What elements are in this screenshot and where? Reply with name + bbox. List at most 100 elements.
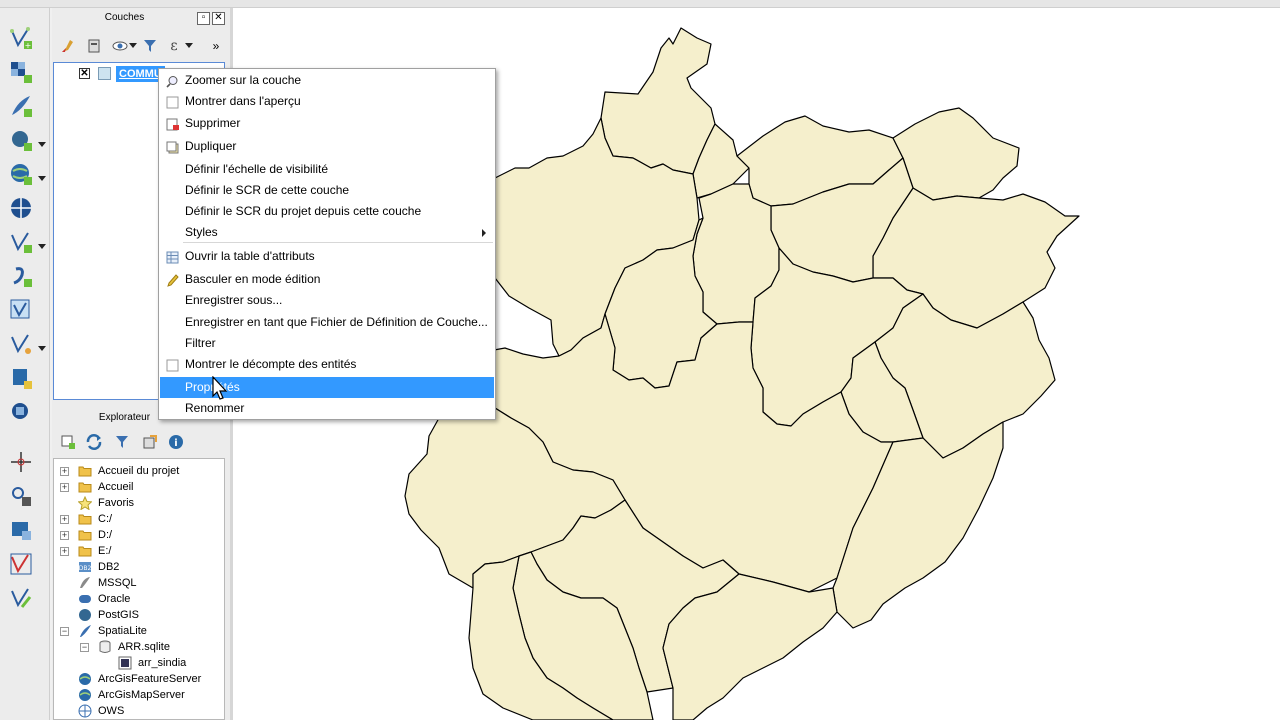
browser-item-label: ARR.sqlite bbox=[118, 641, 170, 653]
filter-browser-button[interactable] bbox=[112, 432, 132, 452]
add-delimited-text-button[interactable] bbox=[6, 262, 36, 290]
expression-filter-button[interactable]: ε bbox=[164, 36, 184, 56]
menu-item-definir-le-scr-de-cette-couche[interactable]: Définir le SCR de cette couche bbox=[160, 180, 494, 201]
gps-button[interactable] bbox=[6, 482, 36, 510]
browser-item-spatialite[interactable]: − SpatiaLite bbox=[54, 623, 224, 639]
arcgis-icon bbox=[78, 688, 92, 702]
add-spatialite-layer-button[interactable] bbox=[6, 92, 36, 120]
browser-item-mssql[interactable]: MSSQL bbox=[54, 575, 224, 591]
menu-item-montrer-dans-l-apercu[interactable]: Montrer dans l'aperçu bbox=[160, 91, 494, 112]
menu-item-supprimer[interactable]: Supprimer bbox=[160, 113, 494, 134]
add-postgis-layer-button[interactable] bbox=[6, 126, 36, 154]
refresh-icon bbox=[86, 434, 102, 450]
georeferencer-button[interactable] bbox=[6, 550, 36, 578]
add-mssql-layer-button[interactable] bbox=[6, 364, 36, 392]
chevron-down-icon[interactable] bbox=[128, 36, 138, 56]
browser-item-label: Oracle bbox=[98, 593, 131, 605]
expand-icon[interactable]: + bbox=[60, 531, 69, 540]
collapse-all-button[interactable] bbox=[140, 432, 160, 452]
add-layer-toolbar: + bbox=[0, 8, 50, 720]
menu-item-ouvrir-la-table-d-attributs[interactable]: Ouvrir la table d'attributs bbox=[160, 246, 494, 267]
menu-item-styles[interactable]: Styles bbox=[160, 222, 494, 243]
duplicate-icon bbox=[166, 140, 179, 154]
browser-item-e[interactable]: + E:/ bbox=[54, 543, 224, 559]
menu-item-label: Styles bbox=[185, 225, 218, 239]
db2-icon: DB2 bbox=[78, 560, 92, 574]
browser-item-accueil[interactable]: + Accueil bbox=[54, 479, 224, 495]
filter-legend-button[interactable] bbox=[140, 36, 160, 56]
menu-item-label: Filtrer bbox=[185, 336, 216, 350]
style-manager-button[interactable] bbox=[58, 36, 78, 56]
expand-icon[interactable]: + bbox=[60, 547, 69, 556]
browser-item-oracle[interactable]: Oracle bbox=[54, 591, 224, 607]
add-selected-layers-button[interactable] bbox=[58, 432, 78, 452]
more-tools-button[interactable]: » bbox=[206, 36, 226, 56]
add-raster-layer-button[interactable] bbox=[6, 58, 36, 86]
globe-icon bbox=[78, 704, 92, 718]
menu-item-dupliquer[interactable]: Dupliquer bbox=[160, 136, 494, 157]
menu-item-filtrer[interactable]: Filtrer bbox=[160, 333, 494, 354]
browser-item-arcgismapserver[interactable]: ArcGisMapServer bbox=[54, 687, 224, 703]
chevron-down-icon[interactable] bbox=[38, 176, 46, 181]
expand-icon[interactable]: + bbox=[60, 515, 69, 524]
expand-icon[interactable]: + bbox=[60, 483, 69, 492]
add-wms-tile-button[interactable] bbox=[6, 516, 36, 544]
browser-item-arr-sindia[interactable]: arr_sindia bbox=[54, 655, 224, 671]
menu-item-label: Définir le SCR de cette couche bbox=[185, 183, 350, 197]
mssql-icon bbox=[13, 369, 32, 389]
menu-item-zoomer-sur-la-couche[interactable]: Zoomer sur la couche bbox=[160, 70, 494, 91]
chevron-down-icon[interactable] bbox=[184, 36, 194, 56]
add-vector-icon: + bbox=[10, 27, 32, 50]
collapse-icon[interactable]: − bbox=[60, 627, 69, 636]
database-icon bbox=[98, 640, 112, 654]
add-wfs-layer-button[interactable] bbox=[6, 228, 36, 256]
vector-edit-button[interactable] bbox=[6, 584, 36, 612]
menu-item-basculer-en-mode-edition[interactable]: Basculer en mode édition bbox=[160, 269, 494, 290]
digitize-button[interactable] bbox=[6, 448, 36, 476]
browser-item-accueil-du-projet[interactable]: + Accueil du projet bbox=[54, 463, 224, 479]
layer-visibility-checkbox[interactable]: ✕ bbox=[79, 68, 90, 79]
menu-item-definir-l-echelle-de-visibilite[interactable]: Définir l'échelle de visibilité bbox=[160, 159, 494, 180]
vector-globe-icon bbox=[11, 232, 32, 253]
menu-item-enregistrer-sous[interactable]: Enregistrer sous... bbox=[160, 290, 494, 311]
browser-item-label: Accueil du projet bbox=[98, 465, 180, 477]
collapse-icon[interactable]: − bbox=[80, 643, 89, 652]
add-group-button[interactable] bbox=[84, 36, 104, 56]
postgis-icon bbox=[78, 608, 92, 622]
spatialite-icon bbox=[78, 624, 92, 638]
chevron-down-icon[interactable] bbox=[38, 142, 46, 147]
chevron-down-icon[interactable] bbox=[38, 244, 46, 249]
add-virtual-layer-button[interactable] bbox=[6, 296, 36, 324]
new-shapefile-button[interactable] bbox=[6, 330, 36, 358]
visibility-button[interactable] bbox=[110, 36, 130, 56]
float-panel-button[interactable]: ▫ bbox=[197, 12, 210, 25]
add-wcs-layer-button[interactable] bbox=[6, 194, 36, 222]
browser-item-d[interactable]: + D:/ bbox=[54, 527, 224, 543]
add-wms-layer-button[interactable] bbox=[6, 160, 36, 188]
layers-toolbar: ε » bbox=[52, 36, 230, 58]
browser-item-label: arr_sindia bbox=[138, 657, 187, 669]
browser-item-arr-sqlite[interactable]: − ARR.sqlite bbox=[54, 639, 224, 655]
browser-item-postgis[interactable]: PostGIS bbox=[54, 607, 224, 623]
browser-item-label: SpatiaLite bbox=[98, 625, 147, 637]
expand-icon[interactable]: + bbox=[60, 467, 69, 476]
browser-item-ows[interactable]: OWS bbox=[54, 703, 224, 719]
close-panel-button[interactable]: ✕ bbox=[212, 12, 225, 25]
add-vector-layer-button[interactable]: + bbox=[6, 24, 36, 52]
chevron-down-icon[interactable] bbox=[38, 346, 46, 351]
browser-item-favoris[interactable]: Favoris bbox=[54, 495, 224, 511]
checkbox-icon bbox=[166, 95, 179, 109]
browser-item-c[interactable]: + C:/ bbox=[54, 511, 224, 527]
refresh-button[interactable] bbox=[84, 432, 104, 452]
add-db2-layer-button[interactable] bbox=[6, 398, 36, 426]
menu-item-enregistrer-en-tant-que-fichier-de-definition-de-couche[interactable]: Enregistrer en tant que Fichier de Défin… bbox=[160, 312, 494, 333]
properties-button[interactable]: i bbox=[166, 432, 186, 452]
browser-item-arcgisfeatureserver[interactable]: ArcGisFeatureServer bbox=[54, 671, 224, 687]
menu-item-montrer-le-decompte-des-entites[interactable]: Montrer le décompte des entités bbox=[160, 354, 494, 375]
close-icon: ✕ bbox=[214, 12, 223, 23]
browser-item-db2[interactable]: DB2 DB2 bbox=[54, 559, 224, 575]
browser-item-label: ArcGisMapServer bbox=[98, 689, 185, 701]
menu-separator bbox=[183, 242, 493, 243]
browser-panel: Explorateur i + Accueil du projet + Accueil… bbox=[52, 404, 230, 720]
menu-item-definir-le-scr-du-projet-depuis-cette-couche[interactable]: Définir le SCR du projet depuis cette co… bbox=[160, 201, 494, 222]
